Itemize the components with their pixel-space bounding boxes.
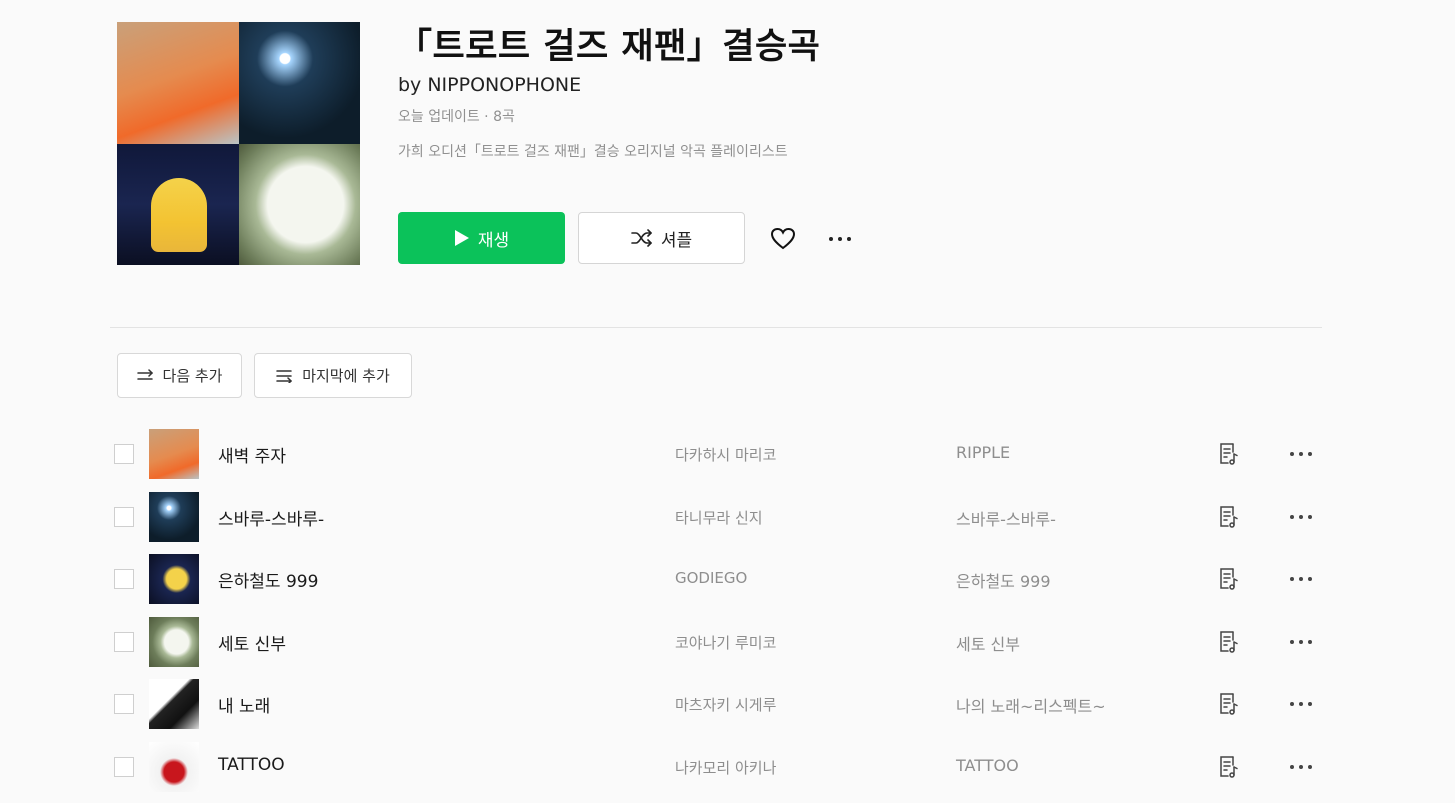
track-artist[interactable]: 마츠자키 시게루 bbox=[675, 694, 776, 715]
play-button[interactable]: 재생 bbox=[398, 212, 565, 264]
track-album[interactable]: RIPPLE bbox=[956, 443, 1010, 462]
lyrics-icon bbox=[1220, 506, 1238, 528]
more-icon bbox=[1290, 765, 1312, 769]
add-last-button[interactable]: 마지막에 추가 bbox=[254, 353, 412, 398]
track-checkbox[interactable] bbox=[114, 632, 134, 652]
track-row[interactable]: TATTOO 나카모리 아키나 TATTOO bbox=[110, 741, 1330, 793]
more-icon bbox=[1290, 640, 1312, 644]
track-more-button[interactable] bbox=[1286, 691, 1316, 717]
cover-tile-subaru bbox=[238, 22, 360, 144]
lyrics-icon bbox=[1220, 568, 1238, 590]
track-checkbox[interactable] bbox=[114, 507, 134, 527]
playlist-description: 가희 오디션「트로트 걸즈 재팬」결승 오리지널 악곡 플레이리스트 bbox=[398, 144, 788, 160]
track-row[interactable]: 세토 신부 코야나기 루미코 세토 신부 bbox=[110, 616, 1330, 668]
track-album[interactable]: 세토 신부 bbox=[956, 631, 1020, 655]
playlist-cover bbox=[117, 22, 360, 265]
add-last-icon bbox=[276, 369, 293, 383]
track-title[interactable]: 내 노래 bbox=[218, 692, 270, 717]
heart-icon bbox=[770, 227, 796, 250]
add-next-icon bbox=[136, 368, 153, 380]
more-icon bbox=[1290, 515, 1312, 519]
play-icon bbox=[454, 230, 469, 246]
track-row[interactable]: 내 노래 마츠자키 시게루 나의 노래~리스펙트~ bbox=[110, 678, 1330, 730]
track-title[interactable]: 스바루-스바루- bbox=[218, 505, 324, 530]
header-divider bbox=[110, 327, 1322, 328]
track-artist[interactable]: 코야나기 루미코 bbox=[675, 632, 776, 653]
track-checkbox[interactable] bbox=[114, 444, 134, 464]
lyrics-button[interactable] bbox=[1216, 566, 1242, 592]
track-checkbox[interactable] bbox=[114, 757, 134, 777]
track-artist[interactable]: 다카하시 마리코 bbox=[675, 444, 776, 465]
more-icon bbox=[829, 237, 851, 241]
shuffle-icon bbox=[631, 229, 652, 247]
lyrics-icon bbox=[1220, 756, 1238, 778]
track-album[interactable]: 스바루-스바루- bbox=[956, 506, 1056, 530]
more-icon bbox=[1290, 577, 1312, 581]
track-title[interactable]: 새벽 주자 bbox=[218, 442, 286, 467]
track-more-button[interactable] bbox=[1286, 504, 1316, 530]
track-artist[interactable]: 타니무라 신지 bbox=[675, 507, 763, 528]
more-icon bbox=[1290, 702, 1312, 706]
lyrics-button[interactable] bbox=[1216, 691, 1242, 717]
track-album[interactable]: 나의 노래~리스펙트~ bbox=[956, 693, 1106, 717]
add-last-label: 마지막에 추가 bbox=[302, 367, 390, 385]
track-thumbnail[interactable] bbox=[149, 742, 199, 792]
shuffle-button[interactable]: 셔플 bbox=[578, 212, 745, 264]
track-more-button[interactable] bbox=[1286, 566, 1316, 592]
lyrics-button[interactable] bbox=[1216, 504, 1242, 530]
track-artist[interactable]: GODIEGO bbox=[675, 569, 747, 587]
lyrics-icon bbox=[1220, 693, 1238, 715]
track-thumbnail[interactable] bbox=[149, 492, 199, 542]
track-more-button[interactable] bbox=[1286, 441, 1316, 467]
playlist-title: 「트로트 걸즈 재팬」결승곡 bbox=[397, 27, 821, 67]
track-title[interactable]: 세토 신부 bbox=[218, 630, 286, 655]
track-checkbox[interactable] bbox=[114, 694, 134, 714]
lyrics-button[interactable] bbox=[1216, 754, 1242, 780]
add-next-button[interactable]: 다음 추가 bbox=[117, 353, 242, 398]
track-row[interactable]: 스바루-스바루- 타니무라 신지 스바루-스바루- bbox=[110, 491, 1330, 543]
track-title[interactable]: TATTOO bbox=[218, 755, 285, 775]
track-thumbnail[interactable] bbox=[149, 679, 199, 729]
cover-tile-character-art bbox=[151, 177, 207, 252]
lyrics-button[interactable] bbox=[1216, 629, 1242, 655]
playlist-meta: 오늘 업데이트 · 8곡 bbox=[398, 109, 515, 125]
track-album[interactable]: TATTOO bbox=[956, 756, 1019, 775]
track-thumbnail[interactable] bbox=[149, 617, 199, 667]
playlist-owner[interactable]: by NIPPONOPHONE bbox=[398, 74, 581, 96]
play-button-label: 재생 bbox=[477, 230, 510, 251]
track-checkbox[interactable] bbox=[114, 569, 134, 589]
cover-tile-seto-bride bbox=[238, 143, 360, 265]
track-thumbnail[interactable] bbox=[149, 554, 199, 604]
lyrics-button[interactable] bbox=[1216, 441, 1242, 467]
cover-tile-ripple bbox=[117, 22, 239, 144]
track-more-button[interactable] bbox=[1286, 754, 1316, 780]
like-button[interactable] bbox=[766, 224, 800, 254]
add-next-label: 다음 추가 bbox=[162, 367, 223, 385]
cover-tile-galaxy-express bbox=[117, 143, 239, 265]
track-row[interactable]: 새벽 주자 다카하시 마리코 RIPPLE bbox=[110, 428, 1330, 480]
more-options-button[interactable] bbox=[824, 224, 856, 254]
track-row[interactable]: 은하철도 999 GODIEGO 은하철도 999 bbox=[110, 553, 1330, 605]
lyrics-icon bbox=[1220, 443, 1238, 465]
track-artist[interactable]: 나카모리 아키나 bbox=[675, 757, 776, 778]
track-thumbnail[interactable] bbox=[149, 429, 199, 479]
shuffle-button-label: 셔플 bbox=[660, 230, 693, 251]
lyrics-icon bbox=[1220, 631, 1238, 653]
track-more-button[interactable] bbox=[1286, 629, 1316, 655]
track-title[interactable]: 은하철도 999 bbox=[218, 567, 318, 592]
track-album[interactable]: 은하철도 999 bbox=[956, 568, 1051, 592]
more-icon bbox=[1290, 452, 1312, 456]
